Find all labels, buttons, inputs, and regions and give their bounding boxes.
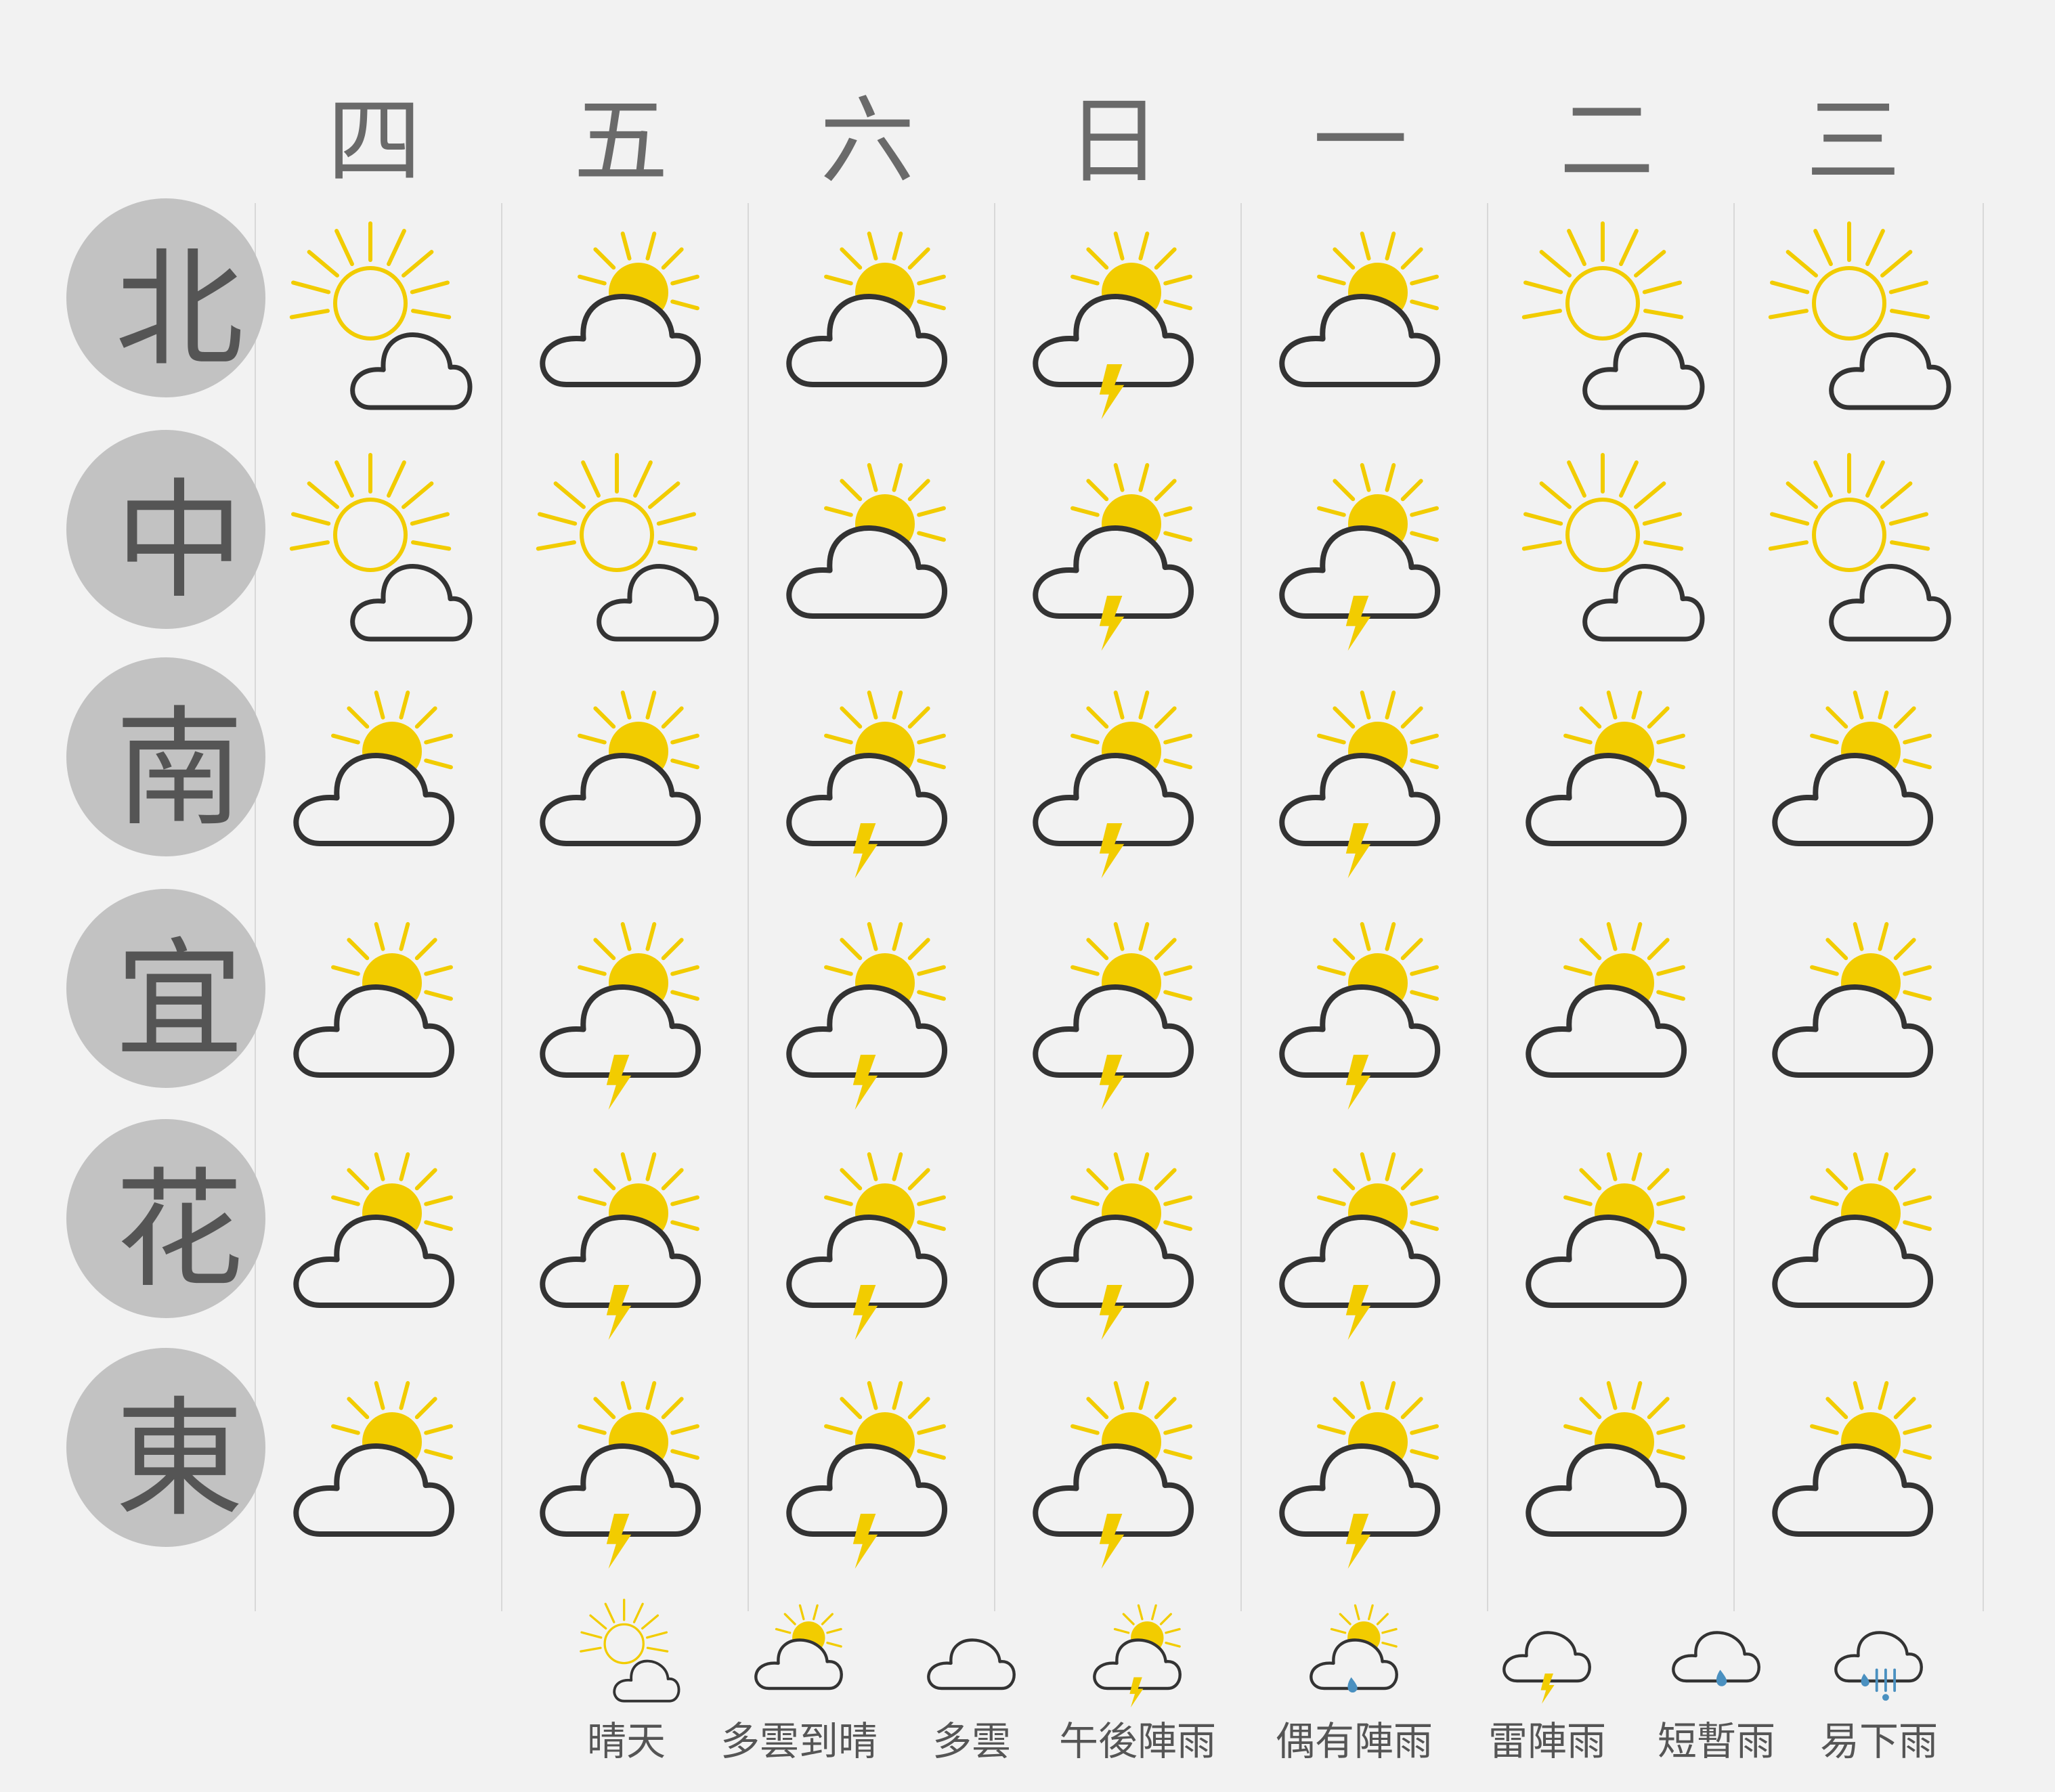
legend-label: 易下雨 [1819,1718,1938,1764]
forecast-cell-sunny-icon [1521,221,1705,410]
forecast-cell-cloudy-sunny-icon [1526,691,1687,846]
weather-forecast-grid: 四五六日一二三北中南宜花東晴天 多雲到晴 多雲 午後陣雨 偶有陣雨 雷陣雨 短暫雨 易下雨 [0,0,2055,1792]
legend-label: 偶有陣雨 [1275,1718,1433,1764]
column-divider [1487,203,1488,1611]
region-badge: 北 [66,198,265,397]
day-header: 三 [1805,87,1901,197]
forecast-cell-sunny-icon [289,453,473,642]
region-label: 南 [114,693,244,844]
forecast-cell-afternoon-thunder-icon [786,691,948,879]
forecast-cell-afternoon-thunder-icon [786,1152,948,1340]
forecast-cell-cloudy-sunny-icon [1526,1152,1687,1308]
cloudy-sunny-icon [754,1604,843,1690]
forecast-cell-cloudy-sunny-icon [293,1152,455,1308]
forecast-cell-afternoon-thunder-icon [1033,691,1194,879]
day-header: 四 [326,87,422,197]
forecast-cell-afternoon-thunder-icon [1033,232,1194,420]
forecast-cell-afternoon-thunder-icon [1279,691,1441,879]
region-badge: 東 [66,1348,265,1547]
day-header: 六 [819,87,915,197]
forecast-cell-cloudy-sunny-icon [1279,232,1441,387]
forecast-cell-cloudy-sunny-icon [786,463,948,619]
forecast-cell-sunny-icon [1768,221,1951,410]
thunder-shower-icon [1502,1631,1591,1704]
forecast-cell-afternoon-thunder-icon [1033,922,1194,1110]
forecast-cell-afternoon-thunder-icon [1033,463,1194,651]
column-divider [501,203,502,1611]
day-header: 五 [573,87,668,197]
forecast-cell-cloudy-sunny-icon [1526,1381,1687,1537]
forecast-cell-cloudy-sunny-icon [786,232,948,387]
forecast-cell-cloudy-sunny-icon [293,1381,455,1537]
cloudy-icon [927,1638,1016,1690]
forecast-cell-afternoon-thunder-icon [1033,1381,1194,1569]
forecast-cell-cloudy-sunny-icon [1772,1152,1934,1308]
forecast-cell-afternoon-thunder-icon [786,1381,948,1569]
column-divider [1733,203,1735,1611]
column-divider [994,203,995,1611]
occasional-rain-icon [1310,1604,1398,1693]
forecast-cell-sunny-icon [1521,453,1705,642]
forecast-cell-sunny-icon [1768,453,1951,642]
forecast-cell-afternoon-thunder-icon [1033,1152,1194,1340]
region-label: 宜 [114,925,244,1075]
region-badge: 宜 [66,889,265,1088]
column-divider [1983,203,1984,1611]
legend-label: 午後陣雨 [1058,1718,1216,1764]
forecast-cell-afternoon-thunder-icon [540,922,701,1110]
day-header: 二 [1559,87,1654,197]
region-label: 中 [114,466,244,616]
rain-icon [1834,1631,1923,1701]
sunny-icon [580,1598,680,1703]
region-label: 東 [114,1384,244,1534]
forecast-cell-cloudy-sunny-icon [1526,922,1687,1078]
forecast-cell-cloudy-sunny-icon [1772,1381,1934,1537]
region-badge: 花 [66,1119,265,1318]
afternoon-thunder-icon [1093,1604,1182,1708]
forecast-cell-sunny-icon [289,221,473,410]
forecast-cell-cloudy-sunny-icon [1772,691,1934,846]
forecast-cell-cloudy-sunny-icon [540,232,701,387]
forecast-cell-afternoon-thunder-icon [540,1152,701,1340]
forecast-cell-afternoon-thunder-icon [1279,922,1441,1110]
forecast-cell-afternoon-thunder-icon [1279,1152,1441,1340]
forecast-cell-cloudy-sunny-icon [293,691,455,846]
brief-rain-icon [1672,1631,1760,1686]
day-header: 一 [1312,87,1408,197]
region-label: 花 [114,1155,244,1305]
forecast-cell-cloudy-sunny-icon [1772,922,1934,1078]
column-divider [748,203,749,1611]
forecast-cell-afternoon-thunder-icon [1279,1381,1441,1569]
column-divider [1240,203,1242,1611]
forecast-cell-afternoon-thunder-icon [1279,463,1441,651]
region-badge: 中 [66,430,265,629]
forecast-cell-cloudy-sunny-icon [540,691,701,846]
forecast-cell-afternoon-thunder-icon [786,922,948,1110]
forecast-cell-afternoon-thunder-icon [540,1381,701,1569]
forecast-cell-cloudy-sunny-icon [293,922,455,1078]
forecast-cell-sunny-icon [536,453,719,642]
region-label: 北 [114,234,244,385]
region-badge: 南 [66,657,265,856]
day-header: 日 [1066,87,1161,197]
